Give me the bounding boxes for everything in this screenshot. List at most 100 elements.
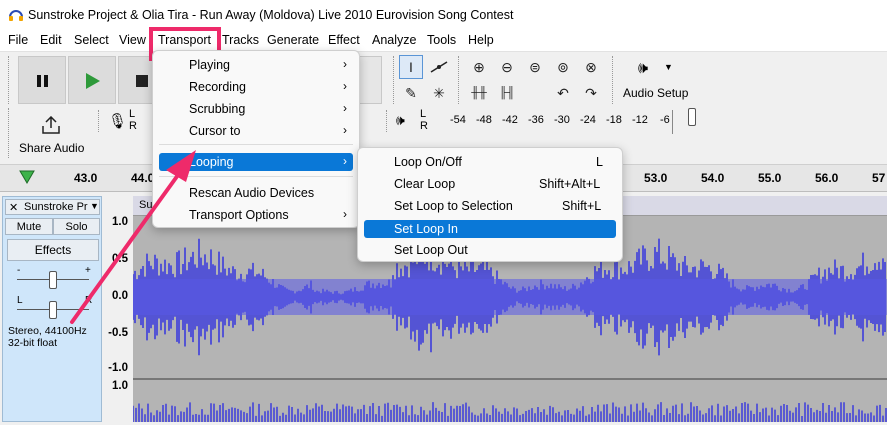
menu-item-set-loop-out[interactable]: Set Loop Out: [364, 241, 616, 259]
menu-item-label: Transport Options: [189, 208, 289, 222]
undo-button[interactable]: ↶: [551, 81, 575, 105]
play-head-icon[interactable]: [18, 169, 36, 185]
redo-button[interactable]: ↷: [579, 81, 603, 105]
track-close-button[interactable]: ✕: [9, 201, 18, 214]
track-menu-arrow-icon[interactable]: ▼: [90, 201, 99, 211]
audio-setup-grip[interactable]: [612, 56, 616, 104]
meter-tick: -48: [476, 114, 492, 126]
tools-grip[interactable]: [393, 56, 397, 104]
multi-tool-icon: ✳: [433, 84, 445, 101]
menu-item-label: Looping: [189, 155, 234, 169]
microphone-icon[interactable]: 🎙: [108, 112, 127, 130]
zoom-out-icon: ⊖: [501, 58, 513, 75]
menu-item-label: Cursor to: [189, 124, 241, 138]
playback-speaker-icon[interactable]: 🕪: [396, 112, 405, 129]
stop-icon: [136, 75, 148, 87]
track-header[interactable]: ✕ Sunstroke Pr ▼: [5, 199, 100, 215]
chevron-right-icon: ›: [343, 79, 347, 93]
toolbar-grip[interactable]: [8, 56, 12, 104]
fit-project-icon: ⊚: [557, 58, 569, 75]
menu-view[interactable]: View: [119, 33, 146, 47]
trim-button[interactable]: ╫╫: [467, 81, 491, 105]
audacity-logo-icon: [9, 10, 23, 21]
rec-meter-grip[interactable]: [98, 110, 102, 132]
envelope-tool-button[interactable]: [427, 55, 451, 79]
fit-project-button[interactable]: ⊚: [551, 55, 575, 79]
track-name[interactable]: Sunstroke Pr: [24, 201, 88, 213]
menu-item-rescan-audio-devices[interactable]: Rescan Audio Devices: [159, 184, 353, 202]
track-info-format: Stereo, 44100Hz: [8, 325, 87, 337]
zoom-in-button[interactable]: ⊕: [467, 55, 491, 79]
undo-icon: ↶: [557, 84, 569, 101]
menu-item-label: Clear Loop: [394, 177, 456, 191]
silence-button[interactable]: ╟╢: [495, 81, 519, 105]
share-grip[interactable]: [8, 108, 12, 158]
menu-item-set-loop-to-selection[interactable]: Set Loop to Selection Shift+L: [364, 197, 616, 215]
effects-button[interactable]: Effects: [7, 239, 99, 261]
menu-item-looping[interactable]: Looping ›: [159, 153, 353, 171]
menu-bar: File Edit Select View Transport Tracks G…: [0, 30, 887, 52]
mute-button[interactable]: Mute: [5, 218, 53, 235]
menu-separator: [159, 144, 353, 145]
chevron-right-icon: ›: [343, 57, 347, 71]
ruler-label: 54.0: [701, 171, 725, 185]
meter-tick: -18: [606, 114, 622, 126]
menu-item-cursor-to[interactable]: Cursor to ›: [159, 122, 353, 140]
menu-item-loop-on-off[interactable]: Loop On/Off L: [364, 153, 616, 171]
play-button[interactable]: [68, 56, 116, 104]
zoom-out-button[interactable]: ⊖: [495, 55, 519, 79]
pan-slider-thumb[interactable]: [49, 301, 57, 319]
menu-effect[interactable]: Effect: [328, 33, 360, 47]
playback-meter[interactable]: -54 -48 -42 -36 -30 -24 -18 -12 -6: [432, 110, 682, 134]
pan-R-label: R: [85, 295, 93, 306]
track-info-bitdepth: 32-bit float: [8, 337, 58, 349]
vertical-ruler[interactable]: 1.0 0.5 0.0 -0.5 -1.0 1.0: [103, 196, 132, 422]
audio-setup-label: Audio Setup: [623, 86, 689, 100]
draw-tool-icon: ✎: [405, 84, 417, 101]
menu-item-playing[interactable]: Playing ›: [159, 56, 353, 74]
fit-selection-button[interactable]: ⊜: [523, 55, 547, 79]
menu-tracks[interactable]: Tracks: [222, 33, 259, 47]
waveform-channel-right[interactable]: [132, 380, 887, 422]
playback-volume-slider[interactable]: [688, 108, 696, 126]
selection-tool-button[interactable]: I: [399, 55, 423, 79]
window-title: Sunstroke Project & Olia Tira - Run Away…: [28, 8, 514, 22]
multi-tool-button[interactable]: ✳: [427, 81, 451, 105]
menu-item-recording[interactable]: Recording ›: [159, 78, 353, 96]
ruler-label: 43.0: [74, 171, 98, 185]
track-control-panel[interactable]: ✕ Sunstroke Pr ▼ Mute Solo Effects - + L…: [2, 196, 102, 422]
clip-name[interactable]: Su: [139, 199, 152, 211]
vruler-label: -1.0: [108, 362, 128, 374]
menu-help[interactable]: Help: [468, 33, 494, 47]
menu-item-label: Set Loop Out: [394, 243, 468, 257]
play-meter-L: L: [420, 108, 427, 120]
menu-item-scrubbing[interactable]: Scrubbing ›: [159, 100, 353, 118]
play-icon: [86, 73, 100, 89]
record-button-partial[interactable]: [358, 56, 382, 104]
menu-item-set-loop-in[interactable]: Set Loop In: [364, 220, 616, 238]
speaker-icon: 🕪: [638, 60, 649, 77]
zoom-toggle-icon: ⊗: [585, 58, 597, 75]
meter-tick: -30: [554, 114, 570, 126]
menu-item-clear-loop[interactable]: Clear Loop Shift+Alt+L: [364, 175, 616, 193]
play-meter-grip[interactable]: [386, 110, 390, 132]
menu-generate[interactable]: Generate: [267, 33, 319, 47]
gain-slider-thumb[interactable]: [49, 271, 57, 289]
menu-analyze[interactable]: Analyze: [372, 33, 416, 47]
menu-file[interactable]: File: [8, 33, 28, 47]
menu-select[interactable]: Select: [74, 33, 109, 47]
ruler-label: 57: [872, 171, 886, 185]
share-audio-button[interactable]: Share Audio: [14, 108, 88, 160]
waveform-graphic: [132, 402, 887, 422]
edit-grip[interactable]: [458, 56, 462, 104]
menu-item-transport-options[interactable]: Transport Options ›: [159, 206, 353, 224]
stop-button[interactable]: [118, 56, 154, 104]
solo-button[interactable]: Solo: [53, 218, 100, 235]
draw-tool-button[interactable]: ✎: [399, 81, 423, 105]
pause-button[interactable]: [18, 56, 66, 104]
menu-item-shortcut: Shift+Alt+L: [539, 177, 601, 191]
menu-edit[interactable]: Edit: [40, 33, 62, 47]
zoom-toggle-button[interactable]: ⊗: [579, 55, 603, 79]
audio-setup-button[interactable]: 🕪 ▼ Audio Setup: [618, 56, 692, 104]
menu-tools[interactable]: Tools: [427, 33, 456, 47]
